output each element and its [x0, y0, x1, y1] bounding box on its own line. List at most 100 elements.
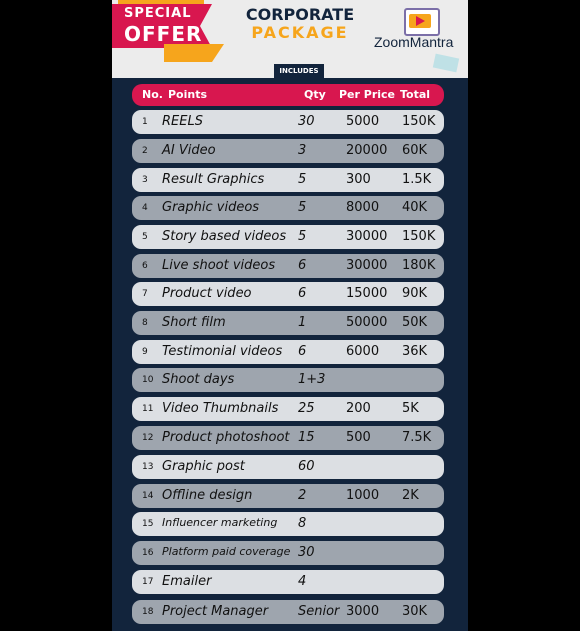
page-title: CORPORATE PACKAGE: [240, 6, 360, 42]
row-total: 1.5K: [402, 172, 432, 187]
row-price: 30000: [346, 229, 388, 244]
table-row: 3 Result Graphics 5 300 1.5K: [132, 168, 444, 192]
row-price: 200: [346, 401, 371, 416]
row-price: 6000: [346, 344, 380, 359]
table-header: No. Points Qty Per Price Total: [132, 84, 444, 106]
row-point: Product photoshoot: [162, 430, 290, 445]
table-row: 6 Live shoot videos 6 30000 180K: [132, 254, 444, 278]
row-number: 15: [142, 519, 154, 529]
row-qty: 15: [298, 430, 315, 445]
row-point: Project Manager: [162, 604, 269, 619]
table-row: 5 Story based videos 5 30000 150K: [132, 225, 444, 249]
table-row: 2 AI Video 3 20000 60K: [132, 139, 444, 163]
row-qty: 6: [298, 286, 307, 301]
row-qty: 5: [298, 229, 307, 244]
row-qty: 6: [298, 344, 307, 359]
row-qty: 5: [298, 172, 307, 187]
row-number: 8: [142, 318, 148, 328]
row-total: 150K: [402, 229, 436, 244]
offer-big-text: OFFER: [124, 22, 203, 46]
row-point: REELS: [162, 114, 203, 129]
table-row: 15 Influencer marketing 8: [132, 512, 444, 536]
row-qty: 4: [298, 574, 307, 589]
row-number: 9: [142, 347, 148, 357]
row-number: 3: [142, 175, 148, 185]
table-row: 4 Graphic videos 5 8000 40K: [132, 196, 444, 220]
row-qty: 25: [298, 401, 315, 416]
table-row: 1 REELS 30 5000 150K: [132, 110, 444, 134]
offer-small-text: SPECIAL: [124, 6, 192, 21]
row-price: 30000: [346, 258, 388, 273]
row-total: 150K: [402, 114, 436, 129]
table-row: 8 Short film 1 50000 50K: [132, 311, 444, 335]
header-price: Per Price: [339, 88, 396, 101]
row-number: 4: [142, 203, 148, 213]
row-qty: 60: [298, 459, 315, 474]
row-qty: 30: [298, 114, 315, 129]
row-price: 500: [346, 430, 371, 445]
table-row: 9 Testimonial videos 6 6000 36K: [132, 340, 444, 364]
row-price: 50000: [346, 315, 388, 330]
row-total: 2K: [402, 488, 419, 503]
row-point: Result Graphics: [162, 172, 265, 187]
row-point: Shoot days: [162, 372, 235, 387]
row-number: 7: [142, 289, 148, 299]
table-row: 18 Project Manager Senior 3000 30K: [132, 600, 444, 624]
row-total: 30K: [402, 604, 428, 619]
play-icon: [416, 16, 425, 26]
row-total: 50K: [402, 315, 428, 330]
special-offer-badge: SPECIAL OFFER: [112, 0, 224, 62]
header-points: Points: [168, 88, 208, 101]
row-point: Video Thumbnails: [162, 401, 279, 416]
row-qty: 1+3: [298, 372, 326, 387]
row-total: 180K: [402, 258, 436, 273]
brand-name: ZoomMantra: [374, 34, 454, 50]
row-price: 15000: [346, 286, 388, 301]
header-total: Total: [400, 88, 431, 101]
row-price: 1000: [346, 488, 380, 503]
table-row: 14 Offline design 2 1000 2K: [132, 484, 444, 508]
row-number: 17: [142, 577, 154, 587]
row-point: Emailer: [162, 574, 212, 589]
table-row: 13 Graphic post 60: [132, 455, 444, 479]
row-qty: 1: [298, 315, 307, 330]
row-price: 300: [346, 172, 371, 187]
row-point: Live shoot videos: [162, 258, 276, 273]
table-row: 10 Shoot days 1+3: [132, 368, 444, 392]
row-point: AI Video: [162, 143, 216, 158]
row-price: 5000: [346, 114, 380, 129]
row-qty: Senior: [298, 604, 340, 619]
row-point: Platform paid coverage: [162, 545, 291, 558]
decorative-shape: [432, 53, 460, 73]
row-total: 60K: [402, 143, 428, 158]
row-point: Graphic videos: [162, 200, 260, 215]
row-price: 3000: [346, 604, 380, 619]
row-number: 12: [142, 433, 154, 443]
row-qty: 30: [298, 545, 315, 560]
table-row: 7 Product video 6 15000 90K: [132, 282, 444, 306]
row-number: 1: [142, 117, 148, 127]
table-row: 12 Product photoshoot 15 500 7.5K: [132, 426, 444, 450]
row-number: 5: [142, 232, 148, 242]
row-number: 10: [142, 375, 154, 385]
row-point: Story based videos: [162, 229, 287, 244]
row-number: 14: [142, 491, 154, 501]
row-number: 6: [142, 261, 148, 271]
row-point: Graphic post: [162, 459, 245, 474]
row-qty: 6: [298, 258, 307, 273]
row-qty: 2: [298, 488, 307, 503]
row-total: 36K: [402, 344, 428, 359]
row-point: Product video: [162, 286, 252, 301]
row-point: Influencer marketing: [162, 516, 278, 529]
row-number: 16: [142, 548, 154, 558]
row-point: Offline design: [162, 488, 253, 503]
row-number: 11: [142, 404, 154, 414]
row-price: 20000: [346, 143, 388, 158]
row-price: 8000: [346, 200, 380, 215]
row-number: 13: [142, 462, 154, 472]
title-line2: PACKAGE: [251, 23, 349, 42]
row-qty: 3: [298, 143, 307, 158]
row-total: 40K: [402, 200, 428, 215]
table-row: 16 Platform paid coverage 30: [132, 541, 444, 565]
row-point: Testimonial videos: [162, 344, 283, 359]
